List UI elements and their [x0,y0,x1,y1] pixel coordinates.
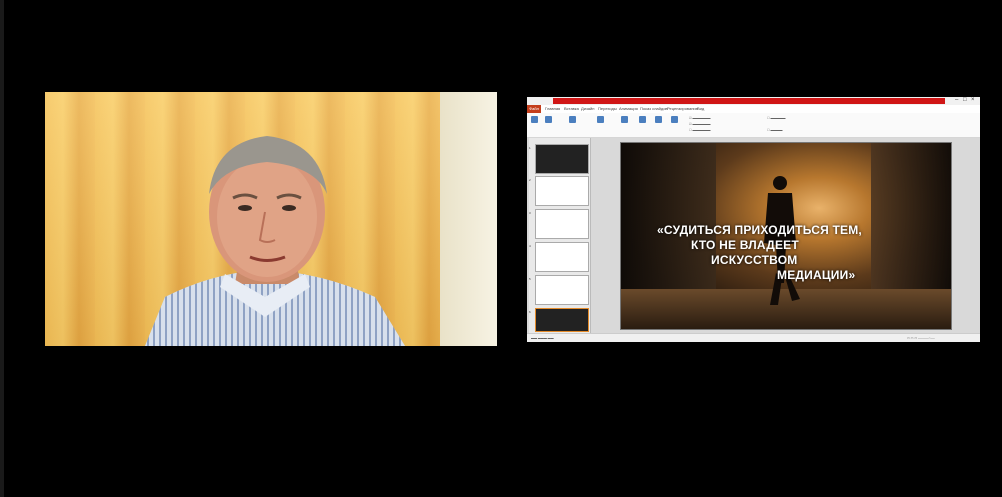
status-text: ▬▬ ▬▬▬ ▬▬ [531,336,554,340]
slide-thumbnail[interactable] [535,242,589,272]
slide-quote-line: «СУДИТЬСЯ ПРИХОДИТЬСЯ ТЕМ, [657,223,862,237]
slide-quote: «СУДИТЬСЯ ПРИХОДИТЬСЯ ТЕМ, КТО НЕ ВЛАДЕЕ… [657,223,927,283]
close-icon[interactable]: × [971,97,977,103]
slide-quote-line: МЕДИАЦИИ» [777,268,856,282]
title-highlight [553,98,945,104]
ribbon-button-icon[interactable] [655,116,662,123]
zoom-control[interactable]: ▭ ▭ ▭ ─────○── [907,336,935,340]
ppt-workspace: 1 2 3 4 5 6 «СУДИТЬСЯ ПРИХОДИТЬСЯ ТЕМ, К… [527,138,980,333]
ribbon-button-icon[interactable] [671,116,678,123]
tab-design[interactable]: Дизайн [581,106,594,111]
ppt-title-bar: – □ × [527,97,980,105]
ribbon-checkbox[interactable]: ☑ ▬▬▬▬▬▬ [689,122,711,126]
wall-background [440,92,497,346]
ribbon-toolbar: ☑ ▬▬▬▬▬▬ ☑ ▬▬▬▬▬▬ ☐ ▬▬▬▬▬▬ ☐ ▬▬▬▬▬ ☐ ▬▬▬… [527,113,980,138]
ribbon-button-icon[interactable] [597,116,604,123]
ribbon-button-icon[interactable] [621,116,628,123]
slide-thumbnail[interactable] [535,144,589,174]
tab-transitions[interactable]: Переходы [598,106,617,111]
slide-thumbnail-selected[interactable] [535,308,589,332]
tab-review[interactable]: Рецензирование [667,106,698,111]
tab-insert[interactable]: Вставка [564,106,579,111]
ribbon-checkbox[interactable]: ☐ ▬▬▬▬▬▬ [689,128,711,132]
shared-screen-tile[interactable]: – □ × Файл Главная Вставка Дизайн Перехо… [527,97,980,342]
ribbon-button-icon[interactable] [531,116,538,123]
ribbon-checkbox[interactable]: ☐ ▬▬▬▬ [767,128,783,132]
tab-view[interactable]: Вид [697,106,704,111]
slide-thumbnail[interactable] [535,176,589,206]
slide-quote-line: КТО НЕ ВЛАДЕЕТ [691,238,799,252]
tab-animation[interactable]: Анимация [619,106,638,111]
slide-thumbnail[interactable] [535,209,589,239]
window-edge [0,0,4,497]
tab-home[interactable]: Главная [545,106,560,111]
participant-person [145,136,405,346]
participant-video-tile[interactable] [45,92,497,346]
slide-quote-line: ИСКУССТВОМ [711,253,798,267]
ribbon-button-icon[interactable] [639,116,646,123]
slide-thumbnail[interactable] [535,275,589,305]
ppt-status-bar: ▬▬ ▬▬▬ ▬▬ ▭ ▭ ▭ ─────○── [527,333,980,342]
minimize-icon[interactable]: – [955,97,961,103]
ribbon-button-icon[interactable] [569,116,576,123]
current-slide[interactable]: «СУДИТЬСЯ ПРИХОДИТЬСЯ ТЕМ, КТО НЕ ВЛАДЕЕ… [620,142,952,330]
tab-file[interactable]: Файл [527,105,541,113]
ribbon-button-icon[interactable] [545,116,552,123]
slide-thumbnails-panel[interactable]: 1 2 3 4 5 6 [529,138,591,333]
ribbon-checkbox[interactable]: ☑ ▬▬▬▬▬▬ [689,116,711,120]
tab-slideshow[interactable]: Показ слайдов [640,106,668,111]
ribbon-checkbox[interactable]: ☐ ▬▬▬▬▬ [767,116,786,120]
maximize-icon[interactable]: □ [963,97,969,103]
